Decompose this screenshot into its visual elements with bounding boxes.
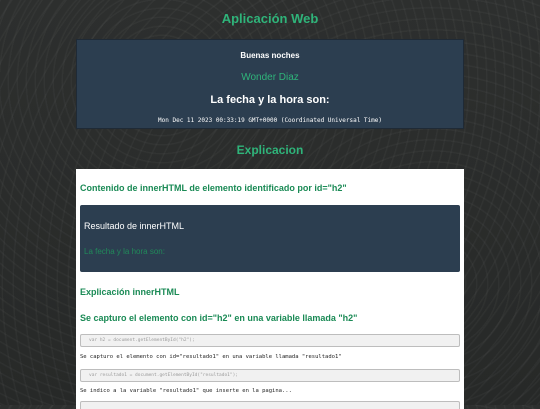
greeting-card: Buenas noches Wonder Diaz La fecha y la … (76, 39, 464, 129)
result-box: Resultado de innerHTML La fecha y la hor… (80, 205, 460, 272)
greeting-text: Buenas noches (240, 51, 300, 60)
explanation-panel: Contenido de innerHTML de elemento ident… (76, 169, 464, 409)
result-title: Resultado de innerHTML (84, 221, 185, 231)
app-title: Aplicación Web (221, 11, 319, 26)
user-name: Wonder Diaz (241, 72, 299, 83)
code-block[interactable] (80, 401, 460, 409)
capture-heading: Se capturo el elemento con id="h2" en un… (80, 313, 358, 323)
code-block[interactable]: var resultado1 = document.getElementById… (80, 369, 460, 382)
date-value: Mon Dec 11 2023 00:33:19 GMT+0000 (Coord… (158, 117, 382, 124)
explanation-heading: Explicación innerHTML (80, 287, 180, 297)
date-label: La fecha y la hora son: (210, 94, 330, 106)
section-title: Explicacion (236, 143, 304, 157)
code-block[interactable]: var h2 = document.getElementById("h2"); (80, 334, 460, 347)
inner-html-heading: Contenido de innerHTML de elemento ident… (80, 183, 347, 193)
result-text: La fecha y la hora son: (84, 247, 165, 256)
explanation-text: Se capturo el elemento con id="resultado… (80, 354, 342, 360)
explanation-text: Se indico a la variable "resultado1" que… (80, 388, 292, 394)
